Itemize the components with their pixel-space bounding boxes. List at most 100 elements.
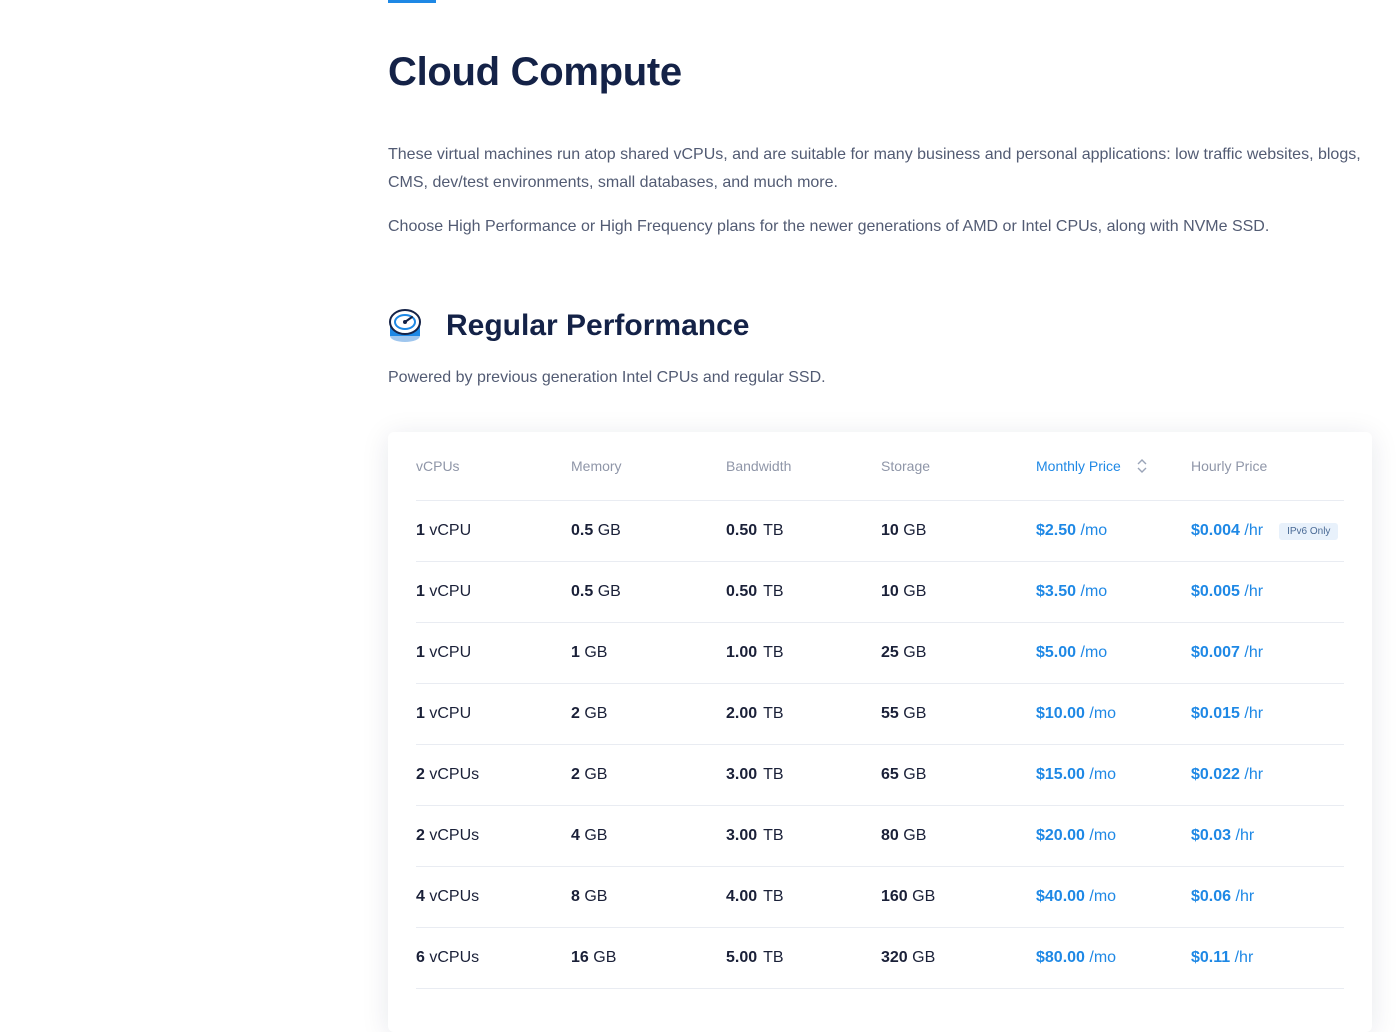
cell-vcpus: 2 vCPUs [416, 827, 571, 845]
cell-monthly-price: $40.00 /mo [1036, 888, 1191, 906]
pricing-card: vCPUs Memory Bandwidth Storage Monthly P… [388, 432, 1372, 1032]
cell-storage: 320 GB [881, 949, 1036, 967]
vcpu-count: 2 [416, 766, 425, 783]
table-row[interactable]: 1 vCPU 0.5 GB 0.50 TB 10 GB $3.50 /mo $0.005 /… [416, 562, 1344, 623]
memory-value: 0.5 [571, 522, 594, 539]
bandwidth-unit: TB [763, 705, 784, 722]
memory-unit: GB [597, 522, 621, 539]
memory-value: 16 [571, 949, 589, 966]
cell-hourly-price: $0.015 /hr [1191, 705, 1344, 723]
cell-bandwidth: 5.00 TB [726, 949, 881, 967]
bandwidth-unit: TB [763, 522, 784, 539]
intro-paragraph-cpu: Choose High Performance or High Frequenc… [388, 218, 1270, 235]
monthly-price-unit: /mo [1089, 888, 1117, 905]
storage-unit: GB [903, 705, 927, 722]
cell-memory: 2 GB [571, 705, 726, 723]
header-storage[interactable]: Storage [881, 458, 1036, 474]
memory-value: 4 [571, 827, 580, 844]
vcpu-unit: vCPU [429, 644, 472, 661]
memory-unit: GB [597, 583, 621, 600]
hourly-price-unit: /hr [1244, 766, 1264, 783]
cell-vcpus: 1 vCPU [416, 644, 571, 662]
cell-bandwidth: 3.00 TB [726, 827, 881, 845]
cell-storage: 25 GB [881, 644, 1036, 662]
memory-value: 8 [571, 888, 580, 905]
table-row[interactable]: 1 vCPU 2 GB 2.00 TB 55 GB $10.00 /mo $0.015 /h… [416, 684, 1344, 745]
monthly-price-value: $15.00 [1036, 766, 1085, 783]
vcpu-count: 2 [416, 827, 425, 844]
page-title: Cloud Compute [388, 50, 682, 94]
storage-unit: GB [912, 949, 936, 966]
vcpu-count: 6 [416, 949, 425, 966]
monthly-price-value: $10.00 [1036, 705, 1085, 722]
monthly-price-value: $80.00 [1036, 949, 1085, 966]
cell-memory: 8 GB [571, 888, 726, 906]
memory-value: 2 [571, 766, 580, 783]
hourly-price-value: $0.03 [1191, 827, 1232, 844]
cell-bandwidth: 1.00 TB [726, 644, 881, 662]
vcpu-unit: vCPUs [429, 949, 480, 966]
vcpu-unit: vCPUs [429, 827, 480, 844]
bandwidth-unit: TB [763, 827, 784, 844]
cell-bandwidth: 0.50 TB [726, 583, 881, 601]
monthly-price-value: $3.50 [1036, 583, 1077, 600]
cell-memory: 1 GB [571, 644, 726, 662]
cell-bandwidth: 4.00 TB [726, 888, 881, 906]
monthly-price-value: $5.00 [1036, 644, 1077, 661]
cell-vcpus: 1 vCPU [416, 522, 571, 540]
monthly-price-unit: /mo [1089, 827, 1117, 844]
memory-unit: GB [584, 888, 608, 905]
ipv6-only-badge: IPv6 Only [1279, 522, 1339, 540]
speedometer-icon [389, 309, 421, 342]
table-row[interactable]: 2 vCPUs 2 GB 3.00 TB 65 GB $15.00 /mo $0.022 /… [416, 745, 1344, 806]
header-memory[interactable]: Memory [571, 458, 726, 474]
storage-value: 10 [881, 522, 899, 539]
cell-hourly-price: $0.03 /hr [1191, 827, 1344, 845]
bandwidth-value: 2.00 [726, 705, 758, 722]
vcpu-unit: vCPUs [429, 766, 480, 783]
memory-value: 1 [571, 644, 580, 661]
vcpu-count: 1 [416, 522, 425, 539]
hourly-price-unit: /hr [1244, 522, 1264, 539]
cell-memory: 0.5 GB [571, 522, 726, 540]
storage-unit: GB [912, 888, 936, 905]
intro-paragraph: These virtual machines run atop shared v… [388, 146, 1361, 191]
header-monthly-price[interactable]: Monthly Price [1036, 458, 1191, 474]
bandwidth-unit: TB [763, 766, 784, 783]
pricing-table: vCPUs Memory Bandwidth Storage Monthly P… [416, 432, 1344, 989]
table-row[interactable]: 1 vCPU 0.5 GB 0.50 TB 10 GB $2.50 /mo $0.004 /… [416, 501, 1344, 562]
header-bandwidth[interactable]: Bandwidth [726, 458, 881, 474]
bandwidth-value: 5.00 [726, 949, 758, 966]
vcpu-unit: vCPUs [429, 888, 480, 905]
top-accent-bar [388, 0, 436, 3]
storage-unit: GB [903, 766, 927, 783]
table-row[interactable]: 6 vCPUs 16 GB 5.00 TB 320 GB $80.00 /mo $0.11 … [416, 928, 1344, 989]
cell-hourly-price: $0.06 /hr [1191, 888, 1344, 906]
cell-storage: 80 GB [881, 827, 1036, 845]
cell-memory: 16 GB [571, 949, 726, 967]
header-monthly-label: Monthly Price [1036, 458, 1121, 474]
cell-monthly-price: $10.00 /mo [1036, 705, 1191, 723]
table-row[interactable]: 2 vCPUs 4 GB 3.00 TB 80 GB $20.00 /mo $0.03 /h… [416, 806, 1344, 867]
hourly-price-value: $0.004 [1191, 522, 1240, 539]
header-vcpus[interactable]: vCPUs [416, 458, 571, 474]
monthly-price-unit: /mo [1080, 522, 1108, 539]
header-hourly-price[interactable]: Hourly Price [1191, 458, 1344, 474]
table-body: 1 vCPU 0.5 GB 0.50 TB 10 GB $2.50 /mo $0.004 /… [416, 501, 1344, 989]
table-row[interactable]: 1 vCPU 1 GB 1.00 TB 25 GB $5.00 /mo $0.007 /hr [416, 623, 1344, 684]
cell-vcpus: 4 vCPUs [416, 888, 571, 906]
cell-memory: 4 GB [571, 827, 726, 845]
cell-monthly-price: $15.00 /mo [1036, 766, 1191, 784]
cell-vcpus: 1 vCPU [416, 705, 571, 723]
memory-value: 0.5 [571, 583, 594, 600]
bandwidth-value: 1.00 [726, 644, 758, 661]
cell-monthly-price: $2.50 /mo [1036, 522, 1191, 540]
monthly-price-unit: /mo [1089, 705, 1117, 722]
table-header: vCPUs Memory Bandwidth Storage Monthly P… [416, 432, 1344, 501]
monthly-price-value: $40.00 [1036, 888, 1085, 905]
storage-unit: GB [903, 522, 927, 539]
storage-value: 320 [881, 949, 908, 966]
memory-unit: GB [584, 644, 608, 661]
table-row[interactable]: 4 vCPUs 8 GB 4.00 TB 160 GB $40.00 /mo $0.06 /… [416, 867, 1344, 928]
sort-icon[interactable] [1137, 459, 1147, 473]
